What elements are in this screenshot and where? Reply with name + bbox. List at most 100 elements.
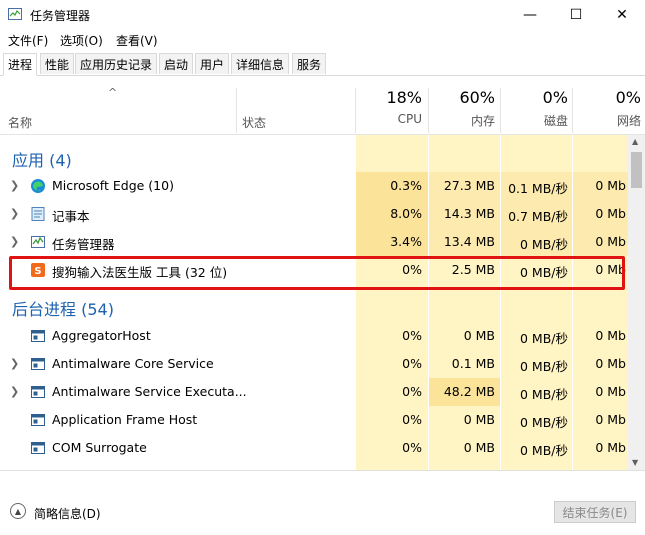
tab-app-history[interactable]: 应用历史记录: [75, 53, 158, 74]
service-window-icon: [31, 358, 45, 370]
memory-value: 0 MB: [463, 412, 495, 427]
tab-bar: 进程 性能 应用历史记录 启动 用户 详细信息 服务: [0, 53, 645, 76]
tab-details[interactable]: 详细信息: [231, 53, 290, 74]
process-name: 记事本: [52, 209, 90, 224]
expand-chevron-icon[interactable]: ❯: [10, 235, 19, 248]
close-icon: ✕: [616, 7, 628, 23]
task-manager-icon: [31, 236, 45, 248]
less-details-link[interactable]: 简略信息(D): [34, 505, 101, 522]
scroll-down-icon[interactable]: ▼: [632, 458, 638, 467]
cpu-label: CPU: [397, 112, 422, 126]
process-row[interactable]: AggregatorHost 0% 0 MB 0 MB/秒 0 Mb: [0, 322, 628, 350]
maximize-icon: ☐: [569, 7, 583, 23]
memory-value: 48.2 MB: [443, 384, 495, 399]
process-name: Antimalware Core Service: [52, 356, 214, 371]
process-list: 应用 (4) ❯ Microsoft Edge (10) 0.3% 27.3 M…: [0, 135, 628, 470]
column-memory[interactable]: 60% 内存: [429, 88, 495, 129]
column-disk[interactable]: 0% 磁盘: [501, 88, 568, 129]
highlight-box: [9, 256, 625, 290]
expand-chevron-icon[interactable]: ❯: [10, 385, 19, 398]
minimize-icon: —: [523, 7, 537, 23]
task-manager-icon: [8, 8, 22, 20]
notepad-icon: [31, 207, 45, 221]
expand-chevron-icon[interactable]: ❯: [10, 179, 19, 192]
network-label: 网络: [616, 114, 641, 128]
disk-value: 0 MB/秒: [520, 387, 568, 402]
network-value: 0 Mb: [595, 412, 626, 427]
menu-file[interactable]: 文件(F): [8, 32, 48, 49]
service-window-icon: [31, 442, 45, 454]
process-row[interactable]: ❯ 任务管理器 3.4% 13.4 MB 0 MB/秒 0 Mb: [0, 228, 628, 256]
network-value: 0 Mb: [595, 206, 626, 221]
network-value: 0 Mb: [595, 178, 626, 193]
tab-processes[interactable]: 进程: [3, 53, 38, 76]
column-divider: [236, 88, 237, 133]
process-name: Application Frame Host: [52, 412, 198, 427]
cpu-total: 18%: [386, 88, 422, 107]
memory-value: 27.3 MB: [443, 178, 495, 193]
menu-bar: 文件(F) 选项(O) 查看(V): [0, 30, 645, 50]
process-name: Antimalware Service Executa...: [52, 384, 247, 399]
cpu-value: 8.0%: [390, 206, 422, 221]
edge-icon: [31, 179, 45, 193]
process-row[interactable]: COM Surrogate 0% 0 MB 0 MB/秒 0 Mb: [0, 434, 628, 462]
column-network[interactable]: 0% 网络: [573, 88, 641, 129]
close-button[interactable]: ✕: [599, 0, 645, 30]
tab-performance[interactable]: 性能: [40, 53, 75, 74]
memory-total: 60%: [459, 88, 495, 107]
tab-users[interactable]: 用户: [195, 53, 230, 74]
memory-label: 内存: [470, 114, 495, 128]
disk-value: 0 MB/秒: [520, 237, 568, 252]
window-title: 任务管理器: [30, 9, 91, 23]
service-window-icon: [31, 330, 45, 342]
column-name[interactable]: 名称: [8, 114, 32, 131]
column-cpu[interactable]: 18% CPU: [356, 88, 422, 126]
scrollbar-thumb[interactable]: [631, 152, 642, 188]
memory-value: 14.3 MB: [443, 206, 495, 221]
menu-view[interactable]: 查看(V): [116, 32, 158, 49]
menu-options[interactable]: 选项(O): [60, 32, 103, 49]
memory-value: 0 MB: [463, 440, 495, 455]
cpu-value: 0.3%: [390, 178, 422, 193]
memory-value: 0 MB: [463, 328, 495, 343]
process-row[interactable]: ❯ 记事本 8.0% 14.3 MB 0.7 MB/秒 0 Mb: [0, 200, 628, 228]
disk-value: 0 MB/秒: [520, 359, 568, 374]
memory-value: 13.4 MB: [443, 234, 495, 249]
scroll-up-icon[interactable]: ▲: [632, 137, 638, 146]
minimize-button[interactable]: —: [507, 0, 553, 30]
sort-chevron-up-icon[interactable]: ^: [108, 86, 117, 99]
network-value: 0 Mb: [595, 234, 626, 249]
title-bar: 任务管理器 — ☐ ✕: [0, 0, 645, 30]
cpu-value: 0%: [402, 440, 422, 455]
maximize-button[interactable]: ☐: [553, 0, 599, 30]
network-total: 0%: [615, 88, 641, 107]
service-window-icon: [31, 386, 45, 398]
service-window-icon: [31, 414, 45, 426]
network-value: 0 Mb: [595, 384, 626, 399]
end-task-button[interactable]: 结束任务(E): [554, 501, 636, 523]
network-value: 0 Mb: [595, 328, 626, 343]
memory-value: 0.1 MB: [451, 356, 495, 371]
collapse-up-icon[interactable]: ▲: [10, 503, 26, 519]
column-status[interactable]: 状态: [242, 114, 266, 131]
cpu-value: 0%: [402, 328, 422, 343]
process-row[interactable]: ❯ Antimalware Service Executa... 0% 48.2…: [0, 378, 628, 406]
disk-value: 0 MB/秒: [520, 331, 568, 346]
process-row[interactable]: ❯ Antimalware Core Service 0% 0.1 MB 0 M…: [0, 350, 628, 378]
cpu-value: 3.4%: [390, 234, 422, 249]
expand-chevron-icon[interactable]: ❯: [10, 207, 19, 220]
disk-total: 0%: [542, 88, 568, 107]
expand-chevron-icon[interactable]: ❯: [10, 357, 19, 370]
tab-startup[interactable]: 启动: [159, 53, 194, 74]
footer-bar: [0, 470, 645, 535]
disk-value: 0 MB/秒: [520, 443, 568, 458]
process-row[interactable]: Application Frame Host 0% 0 MB 0 MB/秒 0 …: [0, 406, 628, 434]
group-background: 后台进程 (54): [12, 300, 114, 319]
process-name: 任务管理器: [52, 237, 115, 252]
tab-services[interactable]: 服务: [292, 53, 327, 74]
process-row[interactable]: ❯ Microsoft Edge (10) 0.3% 27.3 MB 0.1 M…: [0, 172, 628, 200]
cpu-value: 0%: [402, 356, 422, 371]
process-name: Microsoft Edge (10): [52, 178, 174, 193]
disk-value: 0.7 MB/秒: [508, 209, 568, 224]
disk-label: 磁盘: [543, 114, 568, 128]
